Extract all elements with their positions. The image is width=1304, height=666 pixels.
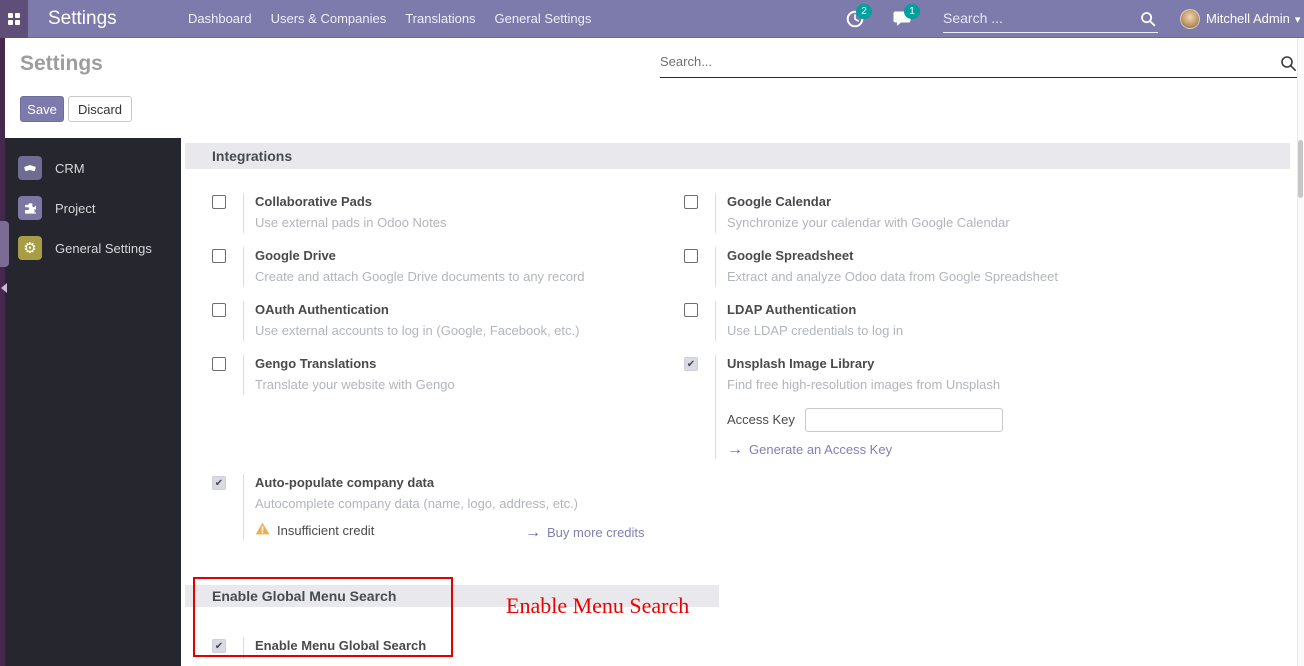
checkbox-unsplash[interactable] xyxy=(684,357,698,371)
setting-row-oauth-authentication: OAuth Authentication Use external accoun… xyxy=(212,301,642,341)
buy-more-credits: Buy more credits xyxy=(525,524,645,542)
scrollbar-thumb[interactable] xyxy=(1298,140,1303,198)
setting-title[interactable]: Google Drive xyxy=(255,247,585,265)
setting-title[interactable]: Google Calendar xyxy=(727,193,1010,211)
sidebar-item-label: CRM xyxy=(55,161,85,176)
setting-description: Create and attach Google Drive documents… xyxy=(255,267,585,287)
page-title: Settings xyxy=(20,52,103,76)
navbar-search-icon[interactable] xyxy=(1140,11,1156,32)
setting-description: Use external accounts to log in (Google,… xyxy=(255,321,579,341)
insufficient-credit-text: Insufficient credit xyxy=(277,523,374,538)
checkbox-google-calendar[interactable] xyxy=(684,195,698,209)
setting-row-google-calendar: Google Calendar Synchronize your calenda… xyxy=(684,193,1154,233)
checkbox-auto-populate[interactable] xyxy=(212,476,226,490)
setting-row-google-drive: Google Drive Create and attach Google Dr… xyxy=(212,247,642,287)
setting-title[interactable]: LDAP Authentication xyxy=(727,301,903,319)
setting-title[interactable]: Auto-populate company data xyxy=(255,474,578,492)
generate-access-key-link[interactable]: Generate an Access Key xyxy=(749,442,892,457)
setting-description: Autocomplete company data (name, logo, a… xyxy=(255,494,578,514)
user-avatar[interactable] xyxy=(1180,9,1200,29)
setting-row-gengo-translations: Gengo Translations Translate your websit… xyxy=(212,355,642,395)
left-accent-strip xyxy=(0,38,5,666)
app-menu: Dashboard Users & Companies Translations… xyxy=(188,0,591,38)
arrow-right-icon xyxy=(727,441,749,458)
sidebar-item-label: Project xyxy=(55,201,95,216)
sidebar-collapse-icon[interactable] xyxy=(1,283,7,293)
user-menu[interactable]: Mitchell Admin xyxy=(1206,0,1300,38)
navbar-search xyxy=(943,5,1158,33)
section-title: Integrations xyxy=(185,143,1290,169)
setting-row-collaborative-pads: Collaborative Pads Use external pads in … xyxy=(212,193,642,233)
setting-description: Use LDAP credentials to log in xyxy=(727,321,903,341)
warning-icon xyxy=(255,522,270,540)
settings-search-icon[interactable] xyxy=(1280,55,1297,77)
setting-description: Use external pads in Odoo Notes xyxy=(255,213,447,233)
settings-search xyxy=(660,48,1297,78)
setting-description: Extract and analyze Odoo data from Googl… xyxy=(727,267,1058,287)
access-key-label: Access Key xyxy=(727,412,795,427)
sidebar-item-crm[interactable]: CRM xyxy=(0,148,181,188)
setting-title[interactable]: Gengo Translations xyxy=(255,355,455,373)
puzzle-icon xyxy=(18,196,42,220)
sidebar-item-project[interactable]: Project xyxy=(0,188,181,228)
setting-title[interactable]: OAuth Authentication xyxy=(255,301,579,319)
checkbox-ldap-authentication[interactable] xyxy=(684,303,698,317)
apps-menu-button[interactable] xyxy=(0,0,28,38)
checkbox-oauth-authentication[interactable] xyxy=(212,303,226,317)
setting-title[interactable]: Google Spreadsheet xyxy=(727,247,1058,265)
annotation-text: Enable Menu Search xyxy=(506,593,689,619)
menu-item-general-settings[interactable]: General Settings xyxy=(495,0,592,38)
navbar-search-input[interactable] xyxy=(943,5,1128,31)
user-name: Mitchell Admin xyxy=(1206,11,1290,26)
setting-row-google-spreadsheet: Google Spreadsheet Extract and analyze O… xyxy=(684,247,1154,287)
setting-description: Find free high-resolution images from Un… xyxy=(727,375,1003,395)
messages-count-badge[interactable]: 1 xyxy=(904,4,920,19)
checkbox-google-spreadsheet[interactable] xyxy=(684,249,698,263)
apps-grid-icon xyxy=(8,13,20,25)
settings-search-input[interactable] xyxy=(660,48,1250,74)
highlight-rectangle xyxy=(193,577,453,657)
setting-title[interactable]: Collaborative Pads xyxy=(255,193,447,211)
menu-item-translations[interactable]: Translations xyxy=(405,0,475,38)
discard-button[interactable]: Discard xyxy=(68,96,132,122)
scrollbar-track[interactable] xyxy=(1297,38,1304,666)
checkbox-gengo-translations[interactable] xyxy=(212,357,226,371)
menu-item-users-companies[interactable]: Users & Companies xyxy=(271,0,387,38)
top-navbar: Settings Dashboard Users & Companies Tra… xyxy=(0,0,1304,38)
activity-count-badge[interactable]: 2 xyxy=(856,4,872,19)
app-title: Settings xyxy=(48,0,117,38)
active-item-indicator xyxy=(0,221,9,267)
checkbox-google-drive[interactable] xyxy=(212,249,226,263)
arrow-right-icon xyxy=(525,524,547,541)
sidebar-item-label: General Settings xyxy=(55,241,152,256)
gear-icon: ⚙ xyxy=(18,236,42,260)
sidebar-item-general-settings[interactable]: ⚙ General Settings xyxy=(0,228,181,268)
setting-row-ldap-authentication: LDAP Authentication Use LDAP credentials… xyxy=(684,301,1154,341)
handshake-icon xyxy=(18,156,42,180)
integrations-section-header: Integrations xyxy=(185,143,1290,169)
setting-description: Synchronize your calendar with Google Ca… xyxy=(727,213,1010,233)
menu-item-dashboard[interactable]: Dashboard xyxy=(188,0,252,38)
setting-description: Translate your website with Gengo xyxy=(255,375,455,395)
setting-row-unsplash: Unsplash Image Library Find free high-re… xyxy=(684,355,1154,459)
save-button[interactable]: Save xyxy=(20,96,64,122)
checkbox-collaborative-pads[interactable] xyxy=(212,195,226,209)
setting-title[interactable]: Unsplash Image Library xyxy=(727,355,1003,373)
buy-more-credits-link[interactable]: Buy more credits xyxy=(547,525,645,540)
access-key-input[interactable] xyxy=(805,408,1003,432)
